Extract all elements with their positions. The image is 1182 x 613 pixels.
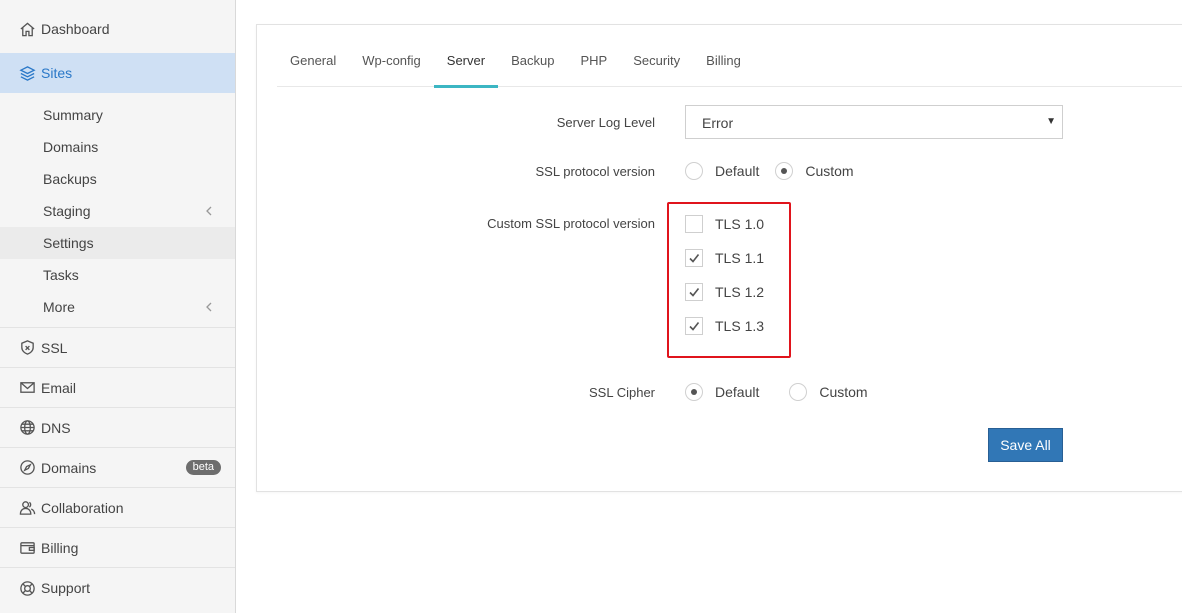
log-level-value: Error	[702, 115, 734, 131]
check-icon	[689, 288, 700, 297]
tls-option: TLS 1.1	[685, 249, 764, 267]
cipher-label: SSL Cipher	[589, 385, 655, 400]
sidebar-item-backups[interactable]: Backups	[0, 163, 235, 195]
nav-email[interactable]: Email	[0, 368, 235, 408]
lifebuoy-icon	[18, 579, 36, 597]
sidebar-item-label: Staging	[43, 203, 91, 219]
chevron-left-icon	[203, 300, 215, 312]
tls-option: TLS 1.3	[685, 317, 764, 335]
chevron-left-icon	[203, 204, 215, 216]
globe-icon	[18, 419, 36, 437]
sidebar-item-more[interactable]: More	[0, 291, 235, 323]
beta-badge: beta	[185, 460, 221, 475]
nav-support[interactable]: Support	[0, 568, 235, 608]
sidebar-item-summary[interactable]: Summary	[0, 99, 235, 131]
nav-sites-label: Sites	[41, 65, 73, 81]
tls-option-label[interactable]: TLS 1.0	[715, 216, 764, 232]
mail-icon	[18, 379, 36, 397]
tab-wp-config[interactable]: Wp-config	[349, 49, 434, 87]
nav-ssl[interactable]: SSL	[0, 328, 235, 368]
tls-1-3-checkbox[interactable]	[685, 317, 703, 335]
settings-card: General Wp-config Server Backup PHP Secu…	[256, 24, 1182, 492]
sidebar-item-label: More	[43, 299, 75, 315]
nav-dashboard[interactable]: Dashboard	[0, 5, 235, 53]
sidebar: Dashboard Sites Summary Domains Backups …	[0, 0, 236, 613]
nav-collaboration[interactable]: Collaboration	[0, 488, 235, 528]
ssl-protocol-default-radio[interactable]	[685, 162, 703, 180]
nav-collaboration-label: Collaboration	[41, 499, 124, 516]
home-icon	[18, 20, 36, 38]
tls-1-0-checkbox[interactable]	[685, 215, 703, 233]
wallet-icon	[18, 539, 36, 557]
tls-option-label[interactable]: TLS 1.2	[715, 284, 764, 300]
cipher-default-radio[interactable]	[685, 383, 703, 401]
tab-general[interactable]: General	[277, 49, 349, 87]
nav-ssl-label: SSL	[41, 339, 68, 356]
check-icon	[689, 322, 700, 331]
sidebar-item-label: Domains	[43, 139, 99, 155]
users-icon	[18, 499, 36, 517]
tab-server[interactable]: Server	[433, 49, 499, 88]
nav-dns-label: DNS	[41, 419, 71, 436]
ssl-protocol-custom-radio[interactable]	[775, 162, 794, 180]
settings-tabs: General Wp-config Server Backup PHP Secu…	[277, 49, 1182, 88]
nav-support-label: Support	[41, 580, 91, 596]
tab-backup[interactable]: Backup	[498, 49, 567, 87]
cipher-default-label[interactable]: Default	[715, 384, 759, 400]
sidebar-item-domains[interactable]: Domains	[0, 131, 235, 163]
shield-icon	[18, 339, 36, 357]
sidebar-item-label: Settings	[43, 235, 94, 251]
sidebar-item-label: Backups	[43, 171, 97, 187]
nav-dns[interactable]: DNS	[0, 408, 235, 448]
nav-domains[interactable]: Domains beta	[0, 448, 235, 488]
nav-billing[interactable]: Billing	[0, 528, 235, 568]
caret-down-icon: ▼	[1046, 116, 1056, 127]
sidebar-item-label: Tasks	[43, 267, 79, 283]
nav-dashboard-label: Dashboard	[41, 21, 110, 37]
custom-ssl-label: Custom SSL protocol version	[487, 216, 655, 231]
tab-billing[interactable]: Billing	[693, 49, 754, 87]
ssl-protocol-label: SSL protocol version	[535, 164, 655, 179]
ssl-protocol-radio-group: Default Custom	[685, 162, 870, 180]
sidebar-item-settings[interactable]: Settings	[0, 227, 235, 259]
ssl-protocol-custom-label[interactable]: Custom	[805, 163, 853, 179]
log-level-select[interactable]: Error ▼	[685, 105, 1063, 139]
check-icon	[689, 254, 700, 263]
save-all-button[interactable]: Save All	[988, 428, 1063, 462]
cipher-custom-label[interactable]: Custom	[819, 384, 867, 400]
cipher-custom-radio[interactable]	[789, 383, 808, 401]
nav-sites[interactable]: Sites	[0, 53, 235, 93]
sidebar-item-tasks[interactable]: Tasks	[0, 259, 235, 291]
tls-option-label[interactable]: TLS 1.3	[715, 318, 764, 334]
ssl-protocol-default-label[interactable]: Default	[715, 163, 759, 179]
sites-submenu: Summary Domains Backups Staging Settings…	[0, 93, 235, 328]
tls-option: TLS 1.0	[685, 215, 764, 233]
tls-option-label[interactable]: TLS 1.1	[715, 250, 764, 266]
tls-option: TLS 1.2	[685, 283, 764, 301]
nav-email-label: Email	[41, 379, 77, 396]
tab-security[interactable]: Security	[620, 49, 693, 87]
tls-1-2-checkbox[interactable]	[685, 283, 703, 301]
nav-domains-label: Domains	[41, 459, 97, 476]
sidebar-item-label: Summary	[43, 107, 103, 123]
compass-icon	[18, 459, 36, 477]
cipher-radio-group: Default Custom	[685, 383, 884, 401]
tab-php[interactable]: PHP	[567, 49, 620, 87]
sidebar-item-staging[interactable]: Staging	[0, 195, 235, 227]
layers-icon	[18, 64, 36, 82]
tls-1-1-checkbox[interactable]	[685, 249, 703, 267]
nav-billing-label: Billing	[41, 539, 79, 556]
log-level-label: Server Log Level	[556, 115, 655, 130]
